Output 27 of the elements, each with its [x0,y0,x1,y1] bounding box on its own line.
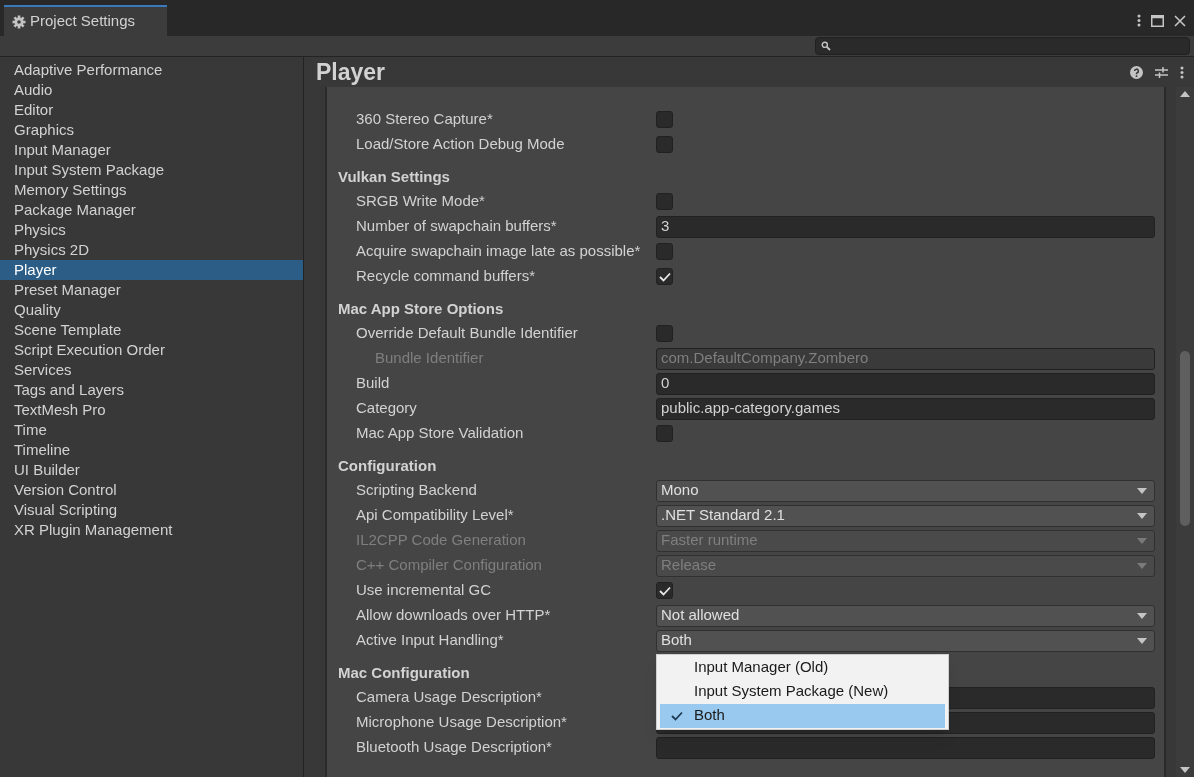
field-label: Allow downloads over HTTP* [356,605,551,626]
field-label: Bluetooth Usage Description* [356,737,552,758]
field-label: SRGB Write Mode* [356,191,485,212]
section-header: Mac App Store Options [338,299,504,320]
field-label: Recycle command buffers* [356,266,535,287]
field-label: Load/Store Action Debug Mode [356,134,565,155]
section-header: Mac Configuration [338,663,470,684]
field-label: Api Compatibility Level* [356,505,514,526]
field-label: Number of swapchain buffers* [356,216,557,237]
panel-title: Player [316,58,386,86]
field-label: Active Input Handling* [356,630,504,651]
field-label: Override Default Bundle Identifier [356,323,578,344]
section-header: Configuration [338,456,437,477]
field-label: Build [356,373,390,394]
window-title: Project Settings [30,11,136,32]
field-label: Mac App Store Validation [356,423,524,444]
field-label: Acquire swapchain image late as possible* [356,241,641,262]
field-label: IL2CPP Code Generation [356,530,526,551]
field-label: Use incremental GC [356,580,492,601]
section-header: Vulkan Settings [338,167,450,188]
field-label: Camera Usage Description* [356,687,542,708]
field-label: Category [356,398,417,419]
field-label: Bundle Identifier [375,348,484,369]
field-label: Microphone Usage Description* [356,712,567,733]
field-label: C++ Compiler Configuration [356,555,542,576]
field-label: Scripting Backend [356,480,477,501]
field-label: 360 Stereo Capture* [356,109,493,130]
